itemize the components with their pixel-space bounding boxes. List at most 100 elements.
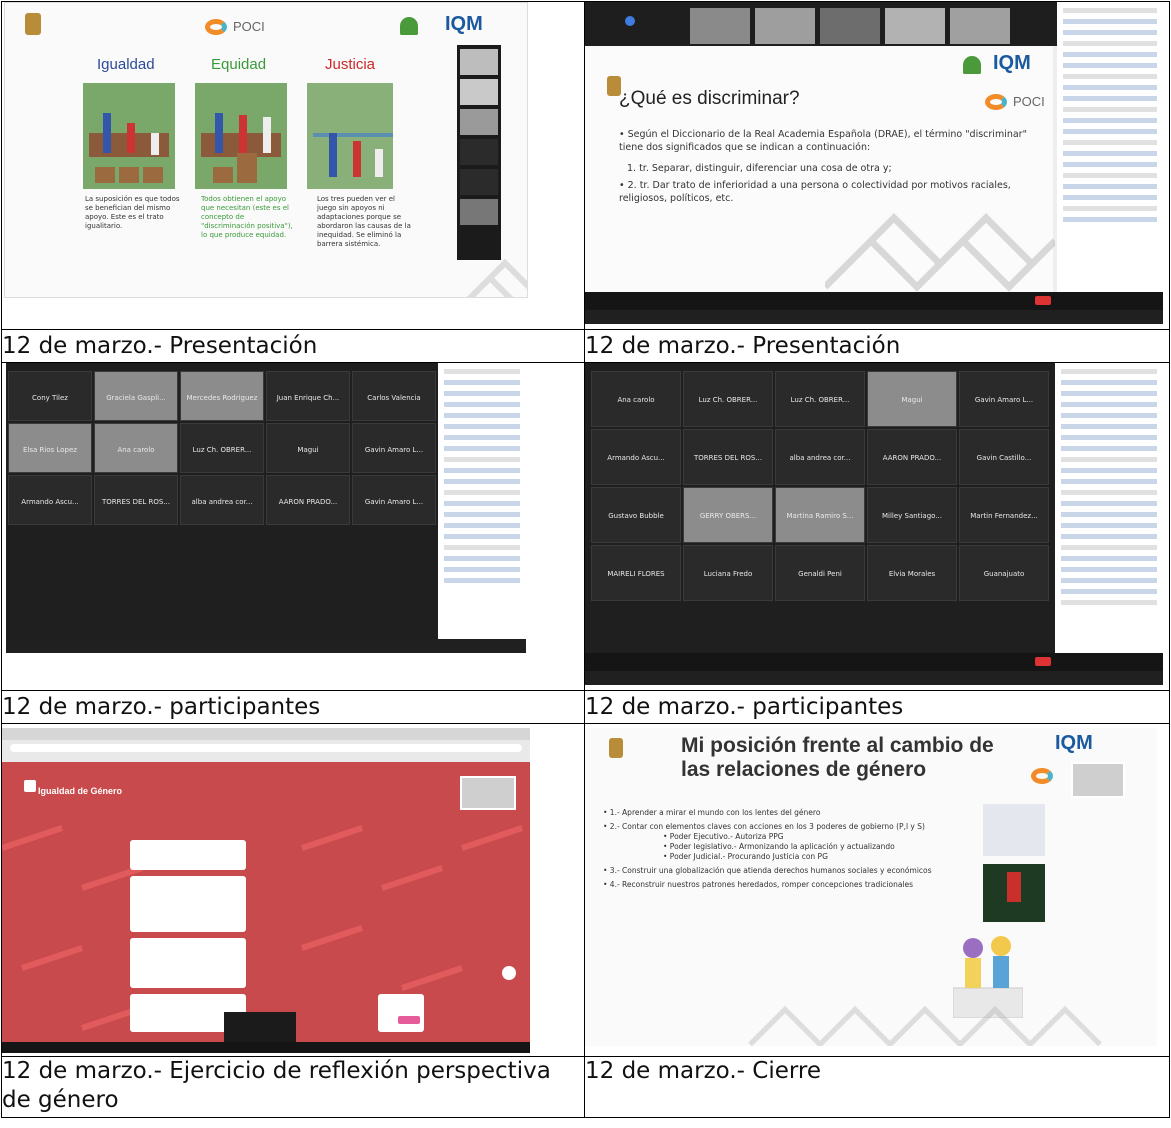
participant-tile[interactable]: Genaldi Peni	[775, 545, 865, 601]
bullet-2b: • Poder legislativo.- Armonizando la apl…	[663, 842, 895, 851]
participant-name: Gavin Castillo...	[976, 454, 1032, 463]
participant-tile[interactable]: Armando Ascu...	[591, 429, 681, 485]
presenter-video	[460, 776, 516, 810]
participant-tile[interactable]: Martin Fernandez...	[959, 487, 1049, 543]
nav-arrow-icon[interactable]	[625, 16, 635, 26]
participant-tile[interactable]: Carlos Valencia	[352, 371, 436, 421]
participant-name: TORRES DEL ROS...	[693, 454, 763, 463]
participant-name: Elsa Rios Lopez	[23, 445, 77, 454]
participant-tile[interactable]: Elvia Morales	[867, 545, 957, 601]
participant-tile[interactable]: Gavin Amaro L...	[352, 475, 436, 525]
participant-name: AARON PRADO...	[882, 454, 942, 463]
participant-tile[interactable]: Ana carolo	[94, 423, 178, 473]
participant-tile[interactable]: Luciana Fredo	[683, 545, 773, 601]
participant-tile[interactable]: Magui	[266, 423, 350, 473]
participant-name: Carlos Valencia	[367, 393, 421, 402]
video-tile	[950, 8, 1010, 44]
participant-tile[interactable]: alba andrea cor...	[180, 475, 264, 525]
participant-tile[interactable]: Gustavo Bubble	[591, 487, 681, 543]
video-tile	[690, 8, 750, 44]
video-tile	[460, 49, 498, 75]
post-card[interactable]	[378, 994, 424, 1032]
participant-name: Luz Ch. OBRER...	[192, 445, 252, 454]
participant-tile[interactable]: AARON PRADO...	[266, 475, 350, 525]
participant-name: Gavin Amaro L...	[974, 396, 1034, 405]
decorative-pattern	[748, 1005, 1102, 1046]
end-meeting-button[interactable]	[1035, 657, 1051, 666]
participant-tile[interactable]: alba andrea cor...	[775, 429, 865, 485]
publish-button[interactable]	[398, 1016, 420, 1024]
video-tile	[755, 8, 815, 44]
iqm-logo: IQM	[445, 13, 483, 35]
caption-3: 12 de marzo.- participantes	[1, 690, 585, 724]
slide-igualdad-equidad-justicia: POCI IQM Igualdad Equidad Justicia La su…	[4, 2, 528, 298]
flag-image	[1007, 872, 1021, 902]
participants-gallery-2: Ana carolo Luz Ch. OBRER... Luz Ch. OBRER.…	[585, 363, 1163, 685]
participant-tile[interactable]: TORRES DEL ROS...	[94, 475, 178, 525]
participant-name: MAIRELI FLORES	[607, 570, 665, 579]
post-card[interactable]	[130, 938, 246, 988]
cell-slide-1: POCI IQM Igualdad Equidad Justicia La su…	[1, 1, 585, 330]
participant-tile[interactable]: Gavin Castillo...	[959, 429, 1049, 485]
poci-logo-text: POCI	[233, 19, 265, 34]
poci-logo-text: POCI	[1013, 94, 1045, 109]
video-tile	[460, 169, 498, 195]
participant-tile[interactable]: GERRY OBERS...	[683, 487, 773, 543]
add-post-button[interactable]	[502, 966, 516, 980]
slide-area: IQM POCI ¿Qué es discriminar? • Según el…	[585, 46, 1055, 292]
browser-chrome	[2, 728, 530, 762]
address-bar[interactable]	[10, 744, 522, 752]
participant-tile[interactable]: Gavin Amaro L...	[959, 371, 1049, 427]
participant-tile[interactable]: AARON PRADO...	[867, 429, 957, 485]
participant-name: AARON PRADO...	[278, 497, 338, 506]
participant-tile[interactable]: Cony Tilez	[8, 371, 92, 421]
participant-tile[interactable]: Mercedes Rodriguez	[180, 371, 264, 421]
justicia-title: Justicia	[325, 56, 376, 73]
caption-6: 12 de marzo.- Cierre	[584, 1056, 1170, 1118]
participant-name: Graciela Gaspli...	[106, 393, 166, 402]
tree-logo-icon	[400, 17, 418, 35]
participant-name: alba andrea cor...	[789, 454, 851, 463]
participant-name: Genaldi Peni	[798, 570, 842, 579]
notification-popup[interactable]	[224, 1012, 296, 1042]
closing-title: Mi posición frente al cambio de las rela…	[681, 734, 994, 781]
participant-tile[interactable]: Guanajuato	[959, 545, 1049, 601]
end-meeting-button[interactable]	[1035, 296, 1051, 305]
participant-tile[interactable]: Luz Ch. OBRER...	[775, 371, 865, 427]
post-card[interactable]	[130, 876, 246, 932]
participant-tile[interactable]: Gavin Amaro L...	[352, 423, 436, 473]
closing-bullets: • 1.- Aprender a mirar el mundo con los …	[603, 808, 953, 890]
participant-tile[interactable]: Magui	[867, 371, 957, 427]
equidad-title: Equidad	[211, 56, 267, 73]
participant-tile[interactable]: MAIRELI FLORES	[591, 545, 681, 601]
participant-tile[interactable]: Milley Santiago...	[867, 487, 957, 543]
participant-tile[interactable]: Elsa Rios Lopez	[8, 423, 92, 473]
participant-tile[interactable]: Luz Ch. OBRER...	[180, 423, 264, 473]
justicia-text: Los tres pueden ver el juego sin apoyos …	[317, 195, 411, 248]
participant-tile[interactable]: Graciela Gaspli...	[94, 371, 178, 421]
participant-tile[interactable]: Martina Ramiro S...	[775, 487, 865, 543]
post-card[interactable]	[130, 840, 246, 870]
cell-closing: Mi posición frente al cambio de las rela…	[584, 723, 1170, 1057]
video-tile	[460, 109, 498, 135]
participant-name: Gustavo Bubble	[608, 512, 664, 521]
map-image	[983, 804, 1045, 856]
participant-name: Magui	[297, 445, 319, 454]
state-seal-icon	[25, 13, 41, 35]
participant-tile[interactable]: Ana carolo	[591, 371, 681, 427]
participant-name: Armando Ascu...	[607, 454, 665, 463]
bullet-1: • 1.- Aprender a mirar el mundo con los …	[603, 808, 821, 817]
participant-name: Juan Enrique Ch...	[276, 393, 340, 402]
participant-name: TORRES DEL ROS...	[101, 497, 171, 506]
participant-tile[interactable]: Juan Enrique Ch...	[266, 371, 350, 421]
participant-name: Guanajuato	[983, 570, 1025, 579]
slide-title: ¿Qué es discriminar?	[619, 88, 800, 109]
participant-tile[interactable]: Luz Ch. OBRER...	[683, 371, 773, 427]
participant-tile[interactable]: Armando Ascu...	[8, 475, 92, 525]
participant-name: Mercedes Rodriguez	[186, 393, 258, 402]
participant-name: GERRY OBERS...	[699, 512, 757, 521]
participant-tile[interactable]: TORRES DEL ROS...	[683, 429, 773, 485]
video-tile	[460, 139, 498, 165]
video-tile	[460, 79, 498, 105]
participant-name: Martin Fernandez...	[970, 512, 1038, 521]
